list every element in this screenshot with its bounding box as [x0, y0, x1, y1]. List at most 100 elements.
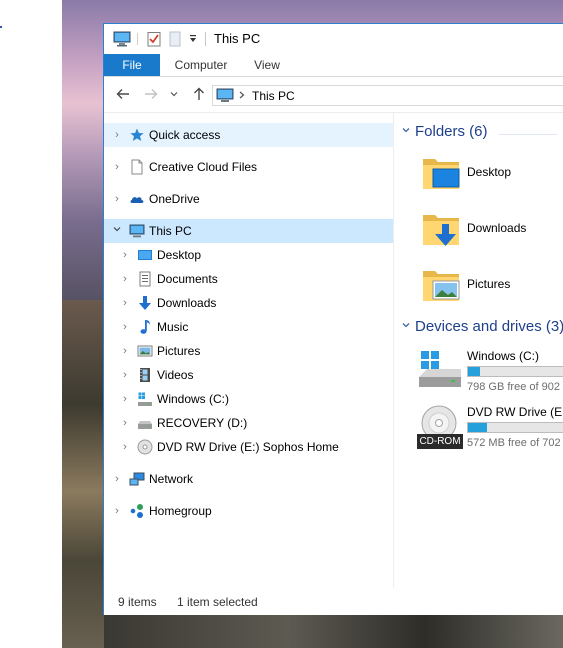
- new-folder-icon[interactable]: [167, 30, 183, 48]
- drives-group-header[interactable]: Devices and drives (3): [401, 318, 563, 335]
- chevron-right-icon[interactable]: ›: [120, 435, 130, 459]
- nav-item-label: Creative Cloud Files: [149, 160, 258, 174]
- chevron-right-icon[interactable]: ›: [120, 315, 130, 339]
- film-icon: [137, 367, 153, 383]
- address-bar: This PC: [104, 77, 563, 113]
- nav-item-videos[interactable]: › Videos: [104, 363, 393, 387]
- nav-item-quick-access[interactable]: › Quick access: [104, 123, 393, 147]
- computer-icon: [129, 223, 145, 239]
- download-arrow-icon: [137, 295, 153, 311]
- tab-file[interactable]: File: [104, 54, 160, 76]
- folders-group-title: Folders (6): [415, 123, 488, 140]
- nav-item-dvd-rw-drive[interactable]: › DVD RW Drive (E:) Sophos Home: [104, 435, 393, 459]
- folders-group-header[interactable]: Folders (6): [401, 123, 488, 140]
- hard-drive-icon: [137, 391, 153, 407]
- music-note-icon: [137, 319, 153, 335]
- drive-free-space: 798 GB free of 902: [467, 381, 560, 393]
- pictures-icon: [137, 343, 153, 359]
- folder-name: Pictures: [467, 277, 511, 291]
- drive-name: DVD RW Drive (E:): [467, 405, 563, 419]
- status-selection: 1 item selected: [177, 595, 258, 609]
- tab-computer[interactable]: Computer: [166, 54, 236, 76]
- chevron-right-icon[interactable]: ›: [120, 243, 130, 267]
- chevron-right-icon[interactable]: ›: [112, 155, 122, 179]
- customize-dropdown-icon[interactable]: [186, 30, 200, 48]
- homegroup-icon: [129, 503, 145, 519]
- chevron-right-icon[interactable]: ›: [120, 339, 130, 363]
- folder-name: Desktop: [467, 165, 512, 179]
- nav-item-onedrive[interactable]: › OneDrive: [104, 187, 393, 211]
- status-item-count: 9 items: [118, 595, 157, 609]
- documents-icon: [137, 271, 153, 287]
- address-path-text[interactable]: This PC: [252, 89, 295, 103]
- nav-item-label: Downloads: [157, 296, 217, 310]
- nav-item-label: Videos: [157, 368, 194, 382]
- nav-item-recovery-d[interactable]: › RECOVERY (D:): [104, 411, 393, 435]
- status-bar: 9 items 1 item selected: [104, 588, 563, 615]
- nav-item-this-pc[interactable]: This PC: [104, 219, 393, 243]
- drive-name: Windows (C:): [467, 349, 540, 363]
- nav-item-desktop[interactable]: › Desktop: [104, 243, 393, 267]
- windows-drive-icon: [415, 349, 463, 395]
- chevron-right-icon[interactable]: ›: [120, 267, 130, 291]
- up-arrow-icon[interactable]: [190, 86, 208, 104]
- drive-item-windows-c[interactable]: Windows (C:) 798 GB free of 902: [415, 349, 563, 401]
- nav-item-pictures[interactable]: › Pictures: [104, 339, 393, 363]
- chevron-right-icon[interactable]: ›: [112, 123, 122, 147]
- address-path-field[interactable]: This PC: [212, 85, 563, 106]
- title-separator: [205, 32, 206, 46]
- nav-item-label: Pictures: [157, 344, 201, 358]
- forward-arrow-icon[interactable]: [142, 86, 160, 104]
- chevron-right-icon[interactable]: ›: [120, 363, 130, 387]
- folder-item-desktop[interactable]: Desktop: [421, 153, 563, 201]
- desktop-dot: [0, 26, 2, 28]
- navigation-pane[interactable]: › Quick access › Creative Cloud Files › …: [104, 113, 394, 588]
- nav-item-label: Documents: [157, 272, 218, 286]
- nav-item-label: Desktop: [157, 248, 202, 262]
- drive-free-space: 572 MB free of 702: [467, 437, 561, 449]
- tab-view[interactable]: View: [244, 54, 290, 76]
- nav-item-label: Homegroup: [149, 504, 212, 518]
- chevron-right-icon[interactable]: ›: [112, 187, 122, 211]
- chevron-right-icon[interactable]: ›: [112, 499, 122, 523]
- chevron-right-icon[interactable]: ›: [120, 387, 130, 411]
- nav-item-homegroup[interactable]: › Homegroup: [104, 499, 393, 523]
- nav-item-music[interactable]: › Music: [104, 315, 393, 339]
- drive-usage-fill: [468, 423, 487, 432]
- properties-checkmark-icon[interactable]: [144, 30, 164, 48]
- window-title: This PC: [214, 31, 261, 46]
- chevron-down-icon[interactable]: [401, 320, 415, 333]
- nav-item-downloads[interactable]: › Downloads: [104, 291, 393, 315]
- drive-item-dvd-rw-e[interactable]: CD-ROM DVD RW Drive (E:) 572 MB free of …: [415, 405, 563, 457]
- chevron-down-icon[interactable]: [401, 125, 415, 138]
- address-chevron-icon[interactable]: [237, 88, 247, 105]
- nav-item-windows-c[interactable]: › Windows (C:): [104, 387, 393, 411]
- folder-item-pictures[interactable]: Pictures: [421, 265, 563, 313]
- group-divider: [499, 134, 557, 135]
- network-icon: [129, 471, 145, 487]
- cd-rom-drive-icon: CD-ROM: [415, 405, 463, 451]
- nav-item-network[interactable]: › Network: [104, 467, 393, 491]
- folder-desktop-icon: [421, 153, 461, 193]
- wallpaper-bottom-detail: [104, 615, 563, 648]
- disc-icon: [137, 439, 153, 455]
- nav-item-label: This PC: [149, 224, 192, 238]
- nav-item-label: DVD RW Drive (E:) Sophos Home: [157, 440, 339, 454]
- nav-item-documents[interactable]: › Documents: [104, 267, 393, 291]
- chevron-right-icon[interactable]: ›: [120, 291, 130, 315]
- recent-locations-dropdown-icon[interactable]: [168, 86, 180, 104]
- computer-icon[interactable]: [112, 30, 132, 48]
- folder-item-downloads[interactable]: Downloads: [421, 209, 563, 257]
- address-computer-icon: [216, 88, 234, 106]
- content-pane[interactable]: Folders (6) Desktop Downloads Pictures D…: [395, 113, 563, 588]
- document-icon: [129, 159, 145, 175]
- chevron-right-icon[interactable]: ›: [120, 411, 130, 435]
- back-arrow-icon[interactable]: [114, 86, 132, 104]
- folder-pictures-icon: [421, 265, 461, 305]
- title-bar: This PC: [104, 24, 563, 54]
- star-icon: [129, 127, 145, 143]
- nav-item-creative-cloud-files[interactable]: › Creative Cloud Files: [104, 155, 393, 179]
- chevron-right-icon[interactable]: ›: [112, 467, 122, 491]
- nav-item-label: Network: [149, 472, 194, 486]
- chevron-down-icon[interactable]: [112, 219, 122, 243]
